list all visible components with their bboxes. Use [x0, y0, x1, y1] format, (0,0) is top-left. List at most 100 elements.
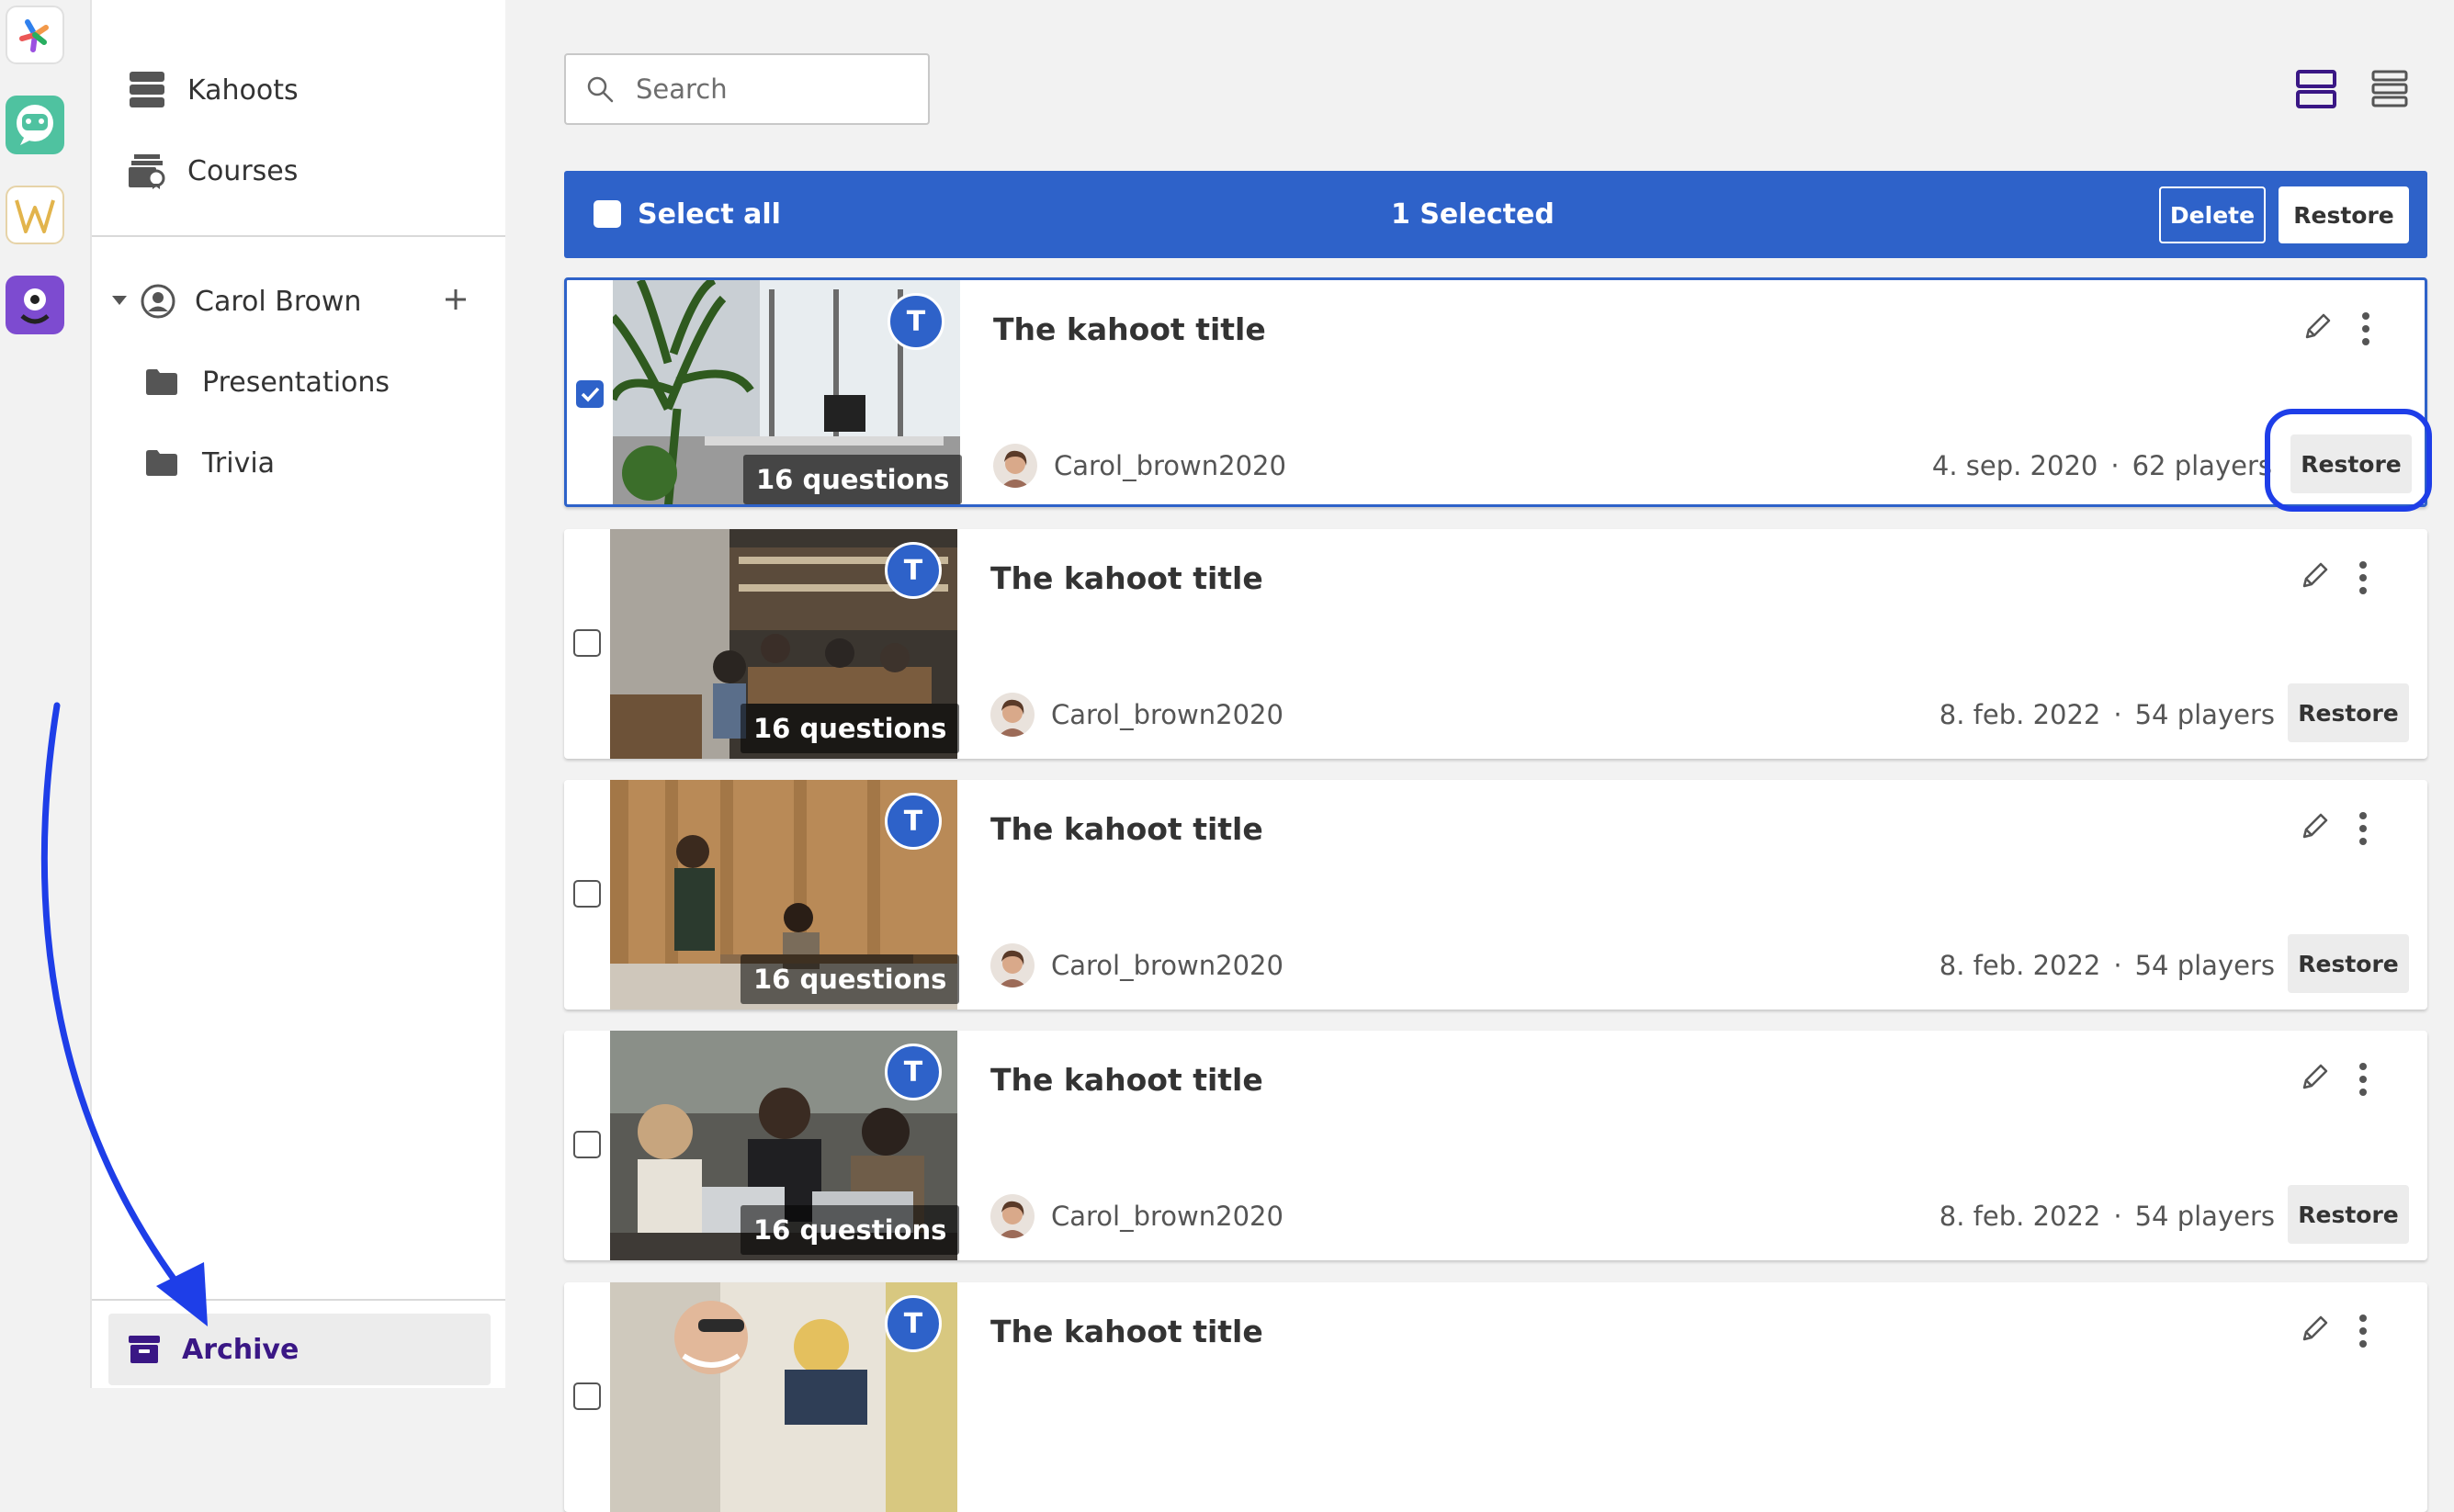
- question-count: 16 questions: [741, 954, 960, 1004]
- select-all-label[interactable]: Select all: [638, 171, 781, 258]
- kahoot-title[interactable]: The kahoot title: [993, 311, 1266, 347]
- workspace-header[interactable]: Carol Brown: [112, 274, 480, 329]
- kahoot-title[interactable]: The kahoot title: [990, 1062, 1263, 1098]
- pencil-icon[interactable]: [2301, 311, 2333, 343]
- creator-initial-badge: T: [885, 793, 942, 850]
- kahoot-meta: 4. sep. 2020 · 62 players: [1932, 444, 2272, 488]
- kahoot-date: 8. feb. 2022: [1939, 950, 2101, 981]
- avatar: [990, 1194, 1035, 1238]
- sidebar-item-trivia[interactable]: Trivia: [141, 435, 275, 491]
- sidebar-divider: [92, 235, 505, 237]
- pencil-icon[interactable]: [2299, 811, 2330, 842]
- pencil-icon[interactable]: [2299, 1062, 2330, 1093]
- kahoot-card[interactable]: T The kahoot title: [564, 1282, 2427, 1512]
- author-name: Carol_brown2020: [1051, 1201, 1284, 1232]
- kahoot-author[interactable]: Carol_brown2020: [990, 1194, 1284, 1238]
- player-count: 54 players: [2134, 699, 2275, 730]
- creator-initial-badge: T: [888, 293, 944, 350]
- row-checkbox[interactable]: [573, 1382, 601, 1410]
- row-checkbox[interactable]: [573, 880, 601, 908]
- workspace-owner: Carol Brown: [195, 285, 362, 318]
- plus-icon[interactable]: [443, 287, 469, 312]
- avatar: [990, 693, 1035, 737]
- app-rail: [0, 0, 92, 1388]
- author-name: Carol_brown2020: [1051, 699, 1284, 730]
- creator-initial-badge: T: [885, 1295, 942, 1352]
- avatar: [990, 943, 1035, 987]
- kahoot-card[interactable]: T 16 questions The kahoot title Carol_br…: [564, 529, 2427, 759]
- meta-separator: ·: [2110, 450, 2120, 481]
- kahoot-author[interactable]: Carol_brown2020: [990, 693, 1284, 737]
- delete-button[interactable]: Delete: [2159, 186, 2266, 243]
- search-box[interactable]: [564, 53, 930, 125]
- meta-separator: ·: [2113, 950, 2122, 981]
- kahoot-meta: 8. feb. 2022 · 54 players: [1939, 943, 2275, 987]
- archive-box-icon: [129, 1336, 160, 1363]
- monster-icon[interactable]: [6, 276, 64, 334]
- sidebar-item-label: Presentations: [202, 366, 390, 399]
- row-checkbox[interactable]: [573, 1131, 601, 1158]
- kahoot-title[interactable]: The kahoot title: [990, 1314, 1263, 1349]
- kahoot-date: 8. feb. 2022: [1939, 699, 2101, 730]
- sidebar-item-presentations[interactable]: Presentations: [141, 355, 390, 410]
- caret-down-icon[interactable]: [112, 296, 127, 307]
- sidebar-item-label: Trivia: [202, 446, 276, 480]
- player-count: 54 players: [2134, 950, 2275, 981]
- restore-button[interactable]: Restore: [2288, 1185, 2409, 1244]
- w-logo-icon[interactable]: [6, 186, 64, 244]
- restore-button[interactable]: Restore: [2290, 434, 2412, 493]
- sidebar-item-archive[interactable]: Archive: [108, 1314, 491, 1385]
- meta-separator: ·: [2113, 1201, 2122, 1232]
- kahoot-card[interactable]: T 16 questions The kahoot title Carol_br…: [564, 1031, 2427, 1260]
- kahoot-meta: 8. feb. 2022 · 54 players: [1939, 693, 2275, 737]
- kahoot-author[interactable]: Carol_brown2020: [993, 444, 1286, 488]
- search-icon: [586, 75, 614, 103]
- restore-all-button[interactable]: Restore: [2279, 186, 2409, 243]
- kahoot-card[interactable]: T 16 questions The kahoot title Carol_br…: [564, 780, 2427, 1010]
- sidebar-item-kahoots[interactable]: Kahoots: [127, 62, 299, 118]
- archive-label: Archive: [182, 1333, 300, 1366]
- meta-separator: ·: [2113, 699, 2122, 730]
- question-count: 16 questions: [741, 704, 960, 753]
- restore-button[interactable]: Restore: [2288, 934, 2409, 993]
- sidebar-item-label: Courses: [187, 154, 299, 187]
- row-checkbox[interactable]: [576, 380, 604, 408]
- kahoot-title[interactable]: The kahoot title: [990, 811, 1263, 847]
- kahoot-date: 4. sep. 2020: [1931, 450, 2098, 481]
- pencil-icon[interactable]: [2299, 560, 2330, 592]
- star-logo-icon[interactable]: [6, 6, 64, 64]
- user-circle-icon: [138, 281, 178, 322]
- select-all-checkbox[interactable]: [594, 200, 621, 228]
- search-input[interactable]: [634, 73, 913, 106]
- pencil-icon[interactable]: [2299, 1314, 2330, 1345]
- question-count: 16 questions: [743, 455, 963, 504]
- more-options-icon[interactable]: [2358, 1314, 2369, 1348]
- creator-initial-badge: T: [885, 1044, 942, 1100]
- sidebar: Kahoots Courses Carol Brown Presentation…: [92, 0, 505, 1388]
- kahoot-card[interactable]: T 16 questions The kahoot title Carol_br…: [564, 277, 2427, 507]
- kahoot-author[interactable]: Carol_brown2020: [990, 943, 1284, 987]
- more-options-icon[interactable]: [2358, 1062, 2369, 1097]
- author-name: Carol_brown2020: [1051, 950, 1284, 981]
- author-name: Carol_brown2020: [1054, 450, 1286, 481]
- card-view-icon[interactable]: [2293, 66, 2339, 112]
- kahoot-title[interactable]: The kahoot title: [990, 560, 1263, 596]
- kahoot-date: 8. feb. 2022: [1939, 1201, 2101, 1232]
- restore-button[interactable]: Restore: [2288, 683, 2409, 742]
- player-count: 62 players: [2132, 450, 2272, 481]
- row-checkbox[interactable]: [573, 629, 601, 657]
- selection-bar: Select all 1 Selected Delete Restore: [564, 171, 2427, 258]
- stack-icon: [127, 70, 167, 110]
- creator-initial-badge: T: [885, 542, 942, 599]
- avatar: [993, 444, 1037, 488]
- sidebar-item-courses[interactable]: Courses: [127, 143, 298, 198]
- kahoot-meta: 8. feb. 2022 · 54 players: [1939, 1194, 2275, 1238]
- robot-chat-icon[interactable]: [6, 96, 64, 154]
- question-count: 16 questions: [741, 1205, 960, 1255]
- more-options-icon[interactable]: [2358, 811, 2369, 846]
- list-view-icon[interactable]: [2367, 66, 2413, 112]
- more-options-icon[interactable]: [2358, 560, 2369, 595]
- more-options-icon[interactable]: [2360, 311, 2371, 346]
- sidebar-divider: [92, 1299, 505, 1301]
- folder-icon: [141, 362, 182, 402]
